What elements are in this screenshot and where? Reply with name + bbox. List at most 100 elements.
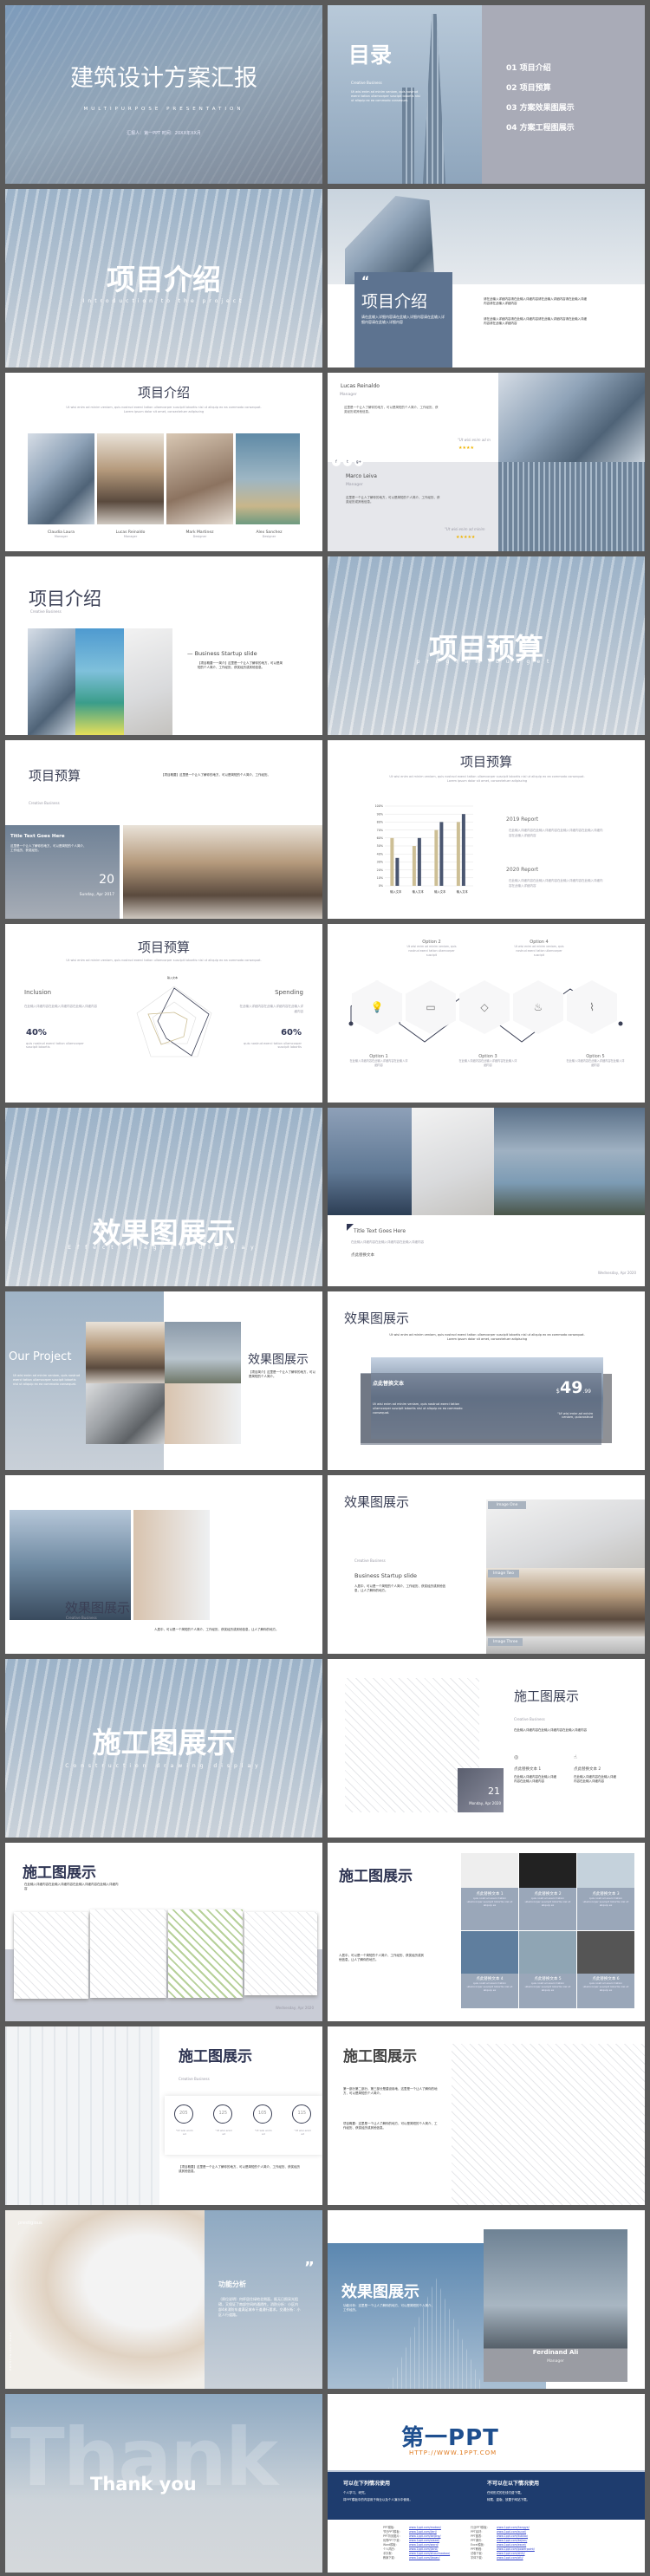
flame-icon[interactable]: ♨: [513, 980, 563, 1034]
resource-link[interactable]: www.1ppt.com/word/: [409, 2543, 439, 2547]
slide-construction-stats[interactable]: 施工图展示 Creative Business 205 "Ut wisi enim…: [5, 2026, 322, 2205]
slide-budget-chart[interactable]: 项目预算 Ut wisi enim ad minim veniam, quis …: [328, 740, 645, 919]
tag-icon[interactable]: ◇: [459, 980, 510, 1034]
slide-team[interactable]: 项目介绍 Ut wisi enim ad minim veniam, quis …: [5, 373, 322, 551]
profile-name: Marco Leiva: [346, 473, 377, 479]
slide-thank-you[interactable]: Thank Thank you: [5, 2394, 322, 2573]
slide-construction-panels[interactable]: 施工图展示 在此输入详细内容在此输入详细内容在此输入详细内容在此输入详细内容 W…: [5, 1843, 322, 2021]
grid-card[interactable]: 点此替换文本 1 quis nostrud exerci tation ullam…: [461, 1853, 518, 1930]
slide-section-construction[interactable]: 施工图展示 Construction drawing display: [5, 1659, 322, 1838]
resource-link[interactable]: www.1ppt.com/kejian/: [497, 2539, 527, 2542]
stat: 125 "Ut wisi enim ad: [213, 2104, 234, 2155]
grid-card[interactable]: 点此替换文本 6 quis nostrud exerci tation ullam…: [577, 1931, 634, 2008]
resource-link[interactable]: www.1ppt.com/ziti/: [497, 2556, 523, 2560]
slide-budget-overview[interactable]: 项目预算 Creative Business 【项目概要】这里是一个让人了解你的…: [5, 740, 322, 919]
bar: [390, 837, 394, 886]
image-two: Image Two: [486, 1568, 645, 1636]
slide-1ppt-info[interactable]: 第一PPT HTTP://WWW.1PPT.COM 可以在下列情况使用 个人学习…: [328, 2394, 645, 2573]
profile-text: 这里是一个让人了解你的地方，可以是简短的个人简介、工作经历、获奖经历或其他信息。: [346, 496, 440, 504]
photo: [165, 1322, 241, 1383]
slide-section-intro[interactable]: 项目介绍 Introduction to the project: [5, 189, 322, 368]
slide-section-budget[interactable]: 项目预算 program budget: [328, 556, 645, 735]
resource-link[interactable]: www.1ppt.com/tubiao/: [497, 2534, 528, 2538]
slide-construction-grid[interactable]: 施工图展示 人居中，可以是一个简短的个人简介、工作经历、获奖经历或其他信息，让人…: [328, 1843, 645, 2021]
slide-options[interactable]: 💡 ▭ ◇ ♨ ⌇ Option 2 Ut wisi enim ad minim …: [328, 924, 645, 1103]
slide-text: Ut wisi enim ad minim veniam, quis nostr…: [66, 959, 262, 962]
date-box: 21 Monday, Apr 2020: [458, 1768, 504, 1812]
links-left: PPT模板： www.1ppt.com/moban/节日PPT模板： www.1pp…: [383, 2526, 450, 2560]
resource-link[interactable]: www.1ppt.com/sucai/: [497, 2530, 526, 2534]
slide-effect-photos[interactable]: 效果图展示 Creative Business 人居中，可以是一个简短的个人简介…: [5, 1475, 322, 1654]
drawing-panel: [244, 1912, 317, 1995]
inclusion-label: Inclusion: [24, 989, 52, 996]
toc-item[interactable]: 01 项目介绍: [506, 59, 575, 79]
slide-construction-date[interactable]: 21 Monday, Apr 2020 施工图展示 Creative Busin…: [328, 1659, 645, 1838]
lightbulb-icon[interactable]: 💡: [352, 980, 402, 1034]
quote-icon: ”: [304, 2259, 315, 2277]
usage-banner: 可以在下列情况使用 个人学习、研究。 将PPT模板中的内容用于商业以及个人演示中使…: [328, 2470, 645, 2520]
slide-our-project[interactable]: Our Project Ut wisi enim ad minim veniam…: [5, 1291, 322, 1470]
slide-effect-price[interactable]: 效果图展示 Ut wisi enim ad minim veniam, quis…: [328, 1291, 645, 1470]
slide-function-analysis[interactable]: prestigious PRESTIGIOUS 2020 ” 功能分析 （原位说…: [5, 2210, 322, 2389]
slide-text: （原位说明）何杯居住绿地北侧面，既无日照采光阻碍，又保证了南部空间的通透性。消防…: [218, 2297, 301, 2317]
cover-subtitle: MULTIPURPOSE PRESENTATION: [83, 107, 244, 112]
slide-intro-startup[interactable]: 项目介绍 Creative Business — Business Startu…: [5, 556, 322, 735]
spending-note: quis nostrud exerci tation ullamcorper s…: [244, 1042, 302, 1049]
date-day: 20: [99, 873, 114, 887]
slide-text: 在此输入详细内容在此输入详细内容在此输入详细内容: [351, 1240, 424, 1244]
slide-profiles[interactable]: Lucas Reinaldo Manager 这里是一个让人了解你的地方，可以是…: [328, 373, 645, 551]
inclusion-text: 在此输入详细内容在此输入详细内容在此输入详细内容: [24, 1005, 97, 1008]
grid-card[interactable]: 点此替换文本 3 quis nostrud exerci tation ullam…: [577, 1853, 634, 1930]
vertical-brand: PRESTIGIOUS 2020: [9, 2332, 12, 2371]
grid-card[interactable]: 点此替换文本 2 quis nostrud exerci tation ullam…: [519, 1853, 576, 1930]
profile-quote: "Ut wisi enim ad minim: [445, 527, 485, 531]
slide-title: 功能分析: [218, 2280, 246, 2288]
slide-intro-quote[interactable]: “ 项目介绍 请在此输入详细内容请在此输入详细内容请在此输入详细内容请在此输入详…: [328, 189, 645, 368]
slide-effect-manager[interactable]: 效果图展示 功能分析：这里是一个让人了解你的地方，可以是简短的个人简介、工作经历…: [328, 2210, 645, 2389]
can-use-list: 个人学习、研究。 将PPT模板中的内容用于商业以及个人演示中使用。: [343, 2491, 413, 2501]
feature-title: 点此替换文本 1: [514, 1767, 542, 1772]
resource-link[interactable]: www.1ppt.com/hangye/: [497, 2526, 530, 2529]
site-url[interactable]: HTTP://WWW.1PPT.COM: [409, 2449, 497, 2456]
resource-link[interactable]: www.1ppt.com/excel/: [497, 2543, 526, 2547]
replace-text-link[interactable]: 点此替换文本: [351, 1252, 374, 1258]
corner-triangle-icon: [347, 1224, 354, 1231]
building-image: [5, 5, 322, 184]
toc-item[interactable]: 04 方案工程图展示: [506, 119, 575, 139]
resource-link[interactable]: www.1ppt.com/xiazai/: [409, 2539, 439, 2542]
slide-title: 施工图展示: [343, 2048, 417, 2065]
google-plus-icon[interactable]: g+: [354, 458, 363, 466]
resource-link[interactable]: www.1ppt.com/beijing/: [409, 2534, 441, 2538]
monitor-icon[interactable]: ▭: [406, 980, 456, 1034]
report-text: 在此输入详细内容在此输入详细内容在此输入详细内容在此输入详细内容在此输入详细内容: [509, 829, 603, 837]
resource-link[interactable]: www.1ppt.com/jiaoan/: [409, 2556, 439, 2560]
resource-link[interactable]: www.1ppt.com/shouchaobao/: [409, 2552, 450, 2555]
facebook-icon[interactable]: f: [332, 458, 341, 466]
y-tick-label: 100%: [375, 804, 383, 808]
resource-link[interactable]: www.1ppt.com/jieri/: [409, 2530, 437, 2534]
resource-link[interactable]: www.1ppt.com/powerpoint/: [497, 2547, 535, 2551]
slide-effect-gallery[interactable]: Title Text Goes Here 在此输入详细内容在此输入详细内容在此输…: [328, 1108, 645, 1286]
slide-budget-radar[interactable]: 项目预算 Ut wisi enim ad minim veniam, quis …: [5, 924, 322, 1103]
paperclip-icon[interactable]: ⌇: [567, 980, 617, 1034]
slide-section-effect[interactable]: 效果图展示 Effect diagram display: [5, 1108, 322, 1286]
slide-construction-text[interactable]: 施工图展示 第一部分第二部分，第三部分是建设用地，这里是一个让人了解你的地方，可…: [328, 2026, 645, 2205]
slide-tag: Creative Business: [354, 1558, 386, 1563]
grid-card[interactable]: 点此替换文本 4 quis nostrud exerci tation ullam…: [461, 1931, 518, 2008]
brand-text: prestigious: [18, 2221, 42, 2226]
image-one: Image One: [486, 1499, 645, 1568]
resource-link[interactable]: www.1ppt.com/moban/: [409, 2526, 441, 2529]
slide-effect-images[interactable]: 效果图展示 Creative Business Business Startup…: [328, 1475, 645, 1654]
resource-link[interactable]: www.1ppt.com/shiti/: [497, 2552, 525, 2555]
team-member: Lucas Reinaldo Manager: [115, 530, 146, 538]
twitter-icon[interactable]: t: [343, 458, 352, 466]
toc-item[interactable]: 02 项目预算: [506, 79, 575, 99]
slide-text: 人居中，可以是一个简短的个人简介、工作经历、获奖经历或其他信息，让人了解你的地方…: [339, 1954, 424, 1961]
slide-toc[interactable]: 目录 Creative Business Ut wisi enim ad min…: [328, 5, 645, 184]
options-row: 💡 ▭ ◇ ♨ ⌇: [352, 980, 617, 1034]
toc-item[interactable]: 03 方案效果图展示: [506, 99, 575, 119]
grid-card[interactable]: 点此替换文本 5 quis nostrud exerci tation ullam…: [519, 1931, 576, 2008]
startup-text: 【项目概要一一简介】这里是一个让人了解你的地方，可以是简短的个人简介、工作经历、…: [198, 661, 283, 669]
resource-link[interactable]: www.1ppt.com/jianli/: [409, 2547, 438, 2551]
slide-cover[interactable]: 建筑设计方案汇报 MULTIPURPOSE PRESENTATION 汇报人：第…: [5, 5, 322, 184]
